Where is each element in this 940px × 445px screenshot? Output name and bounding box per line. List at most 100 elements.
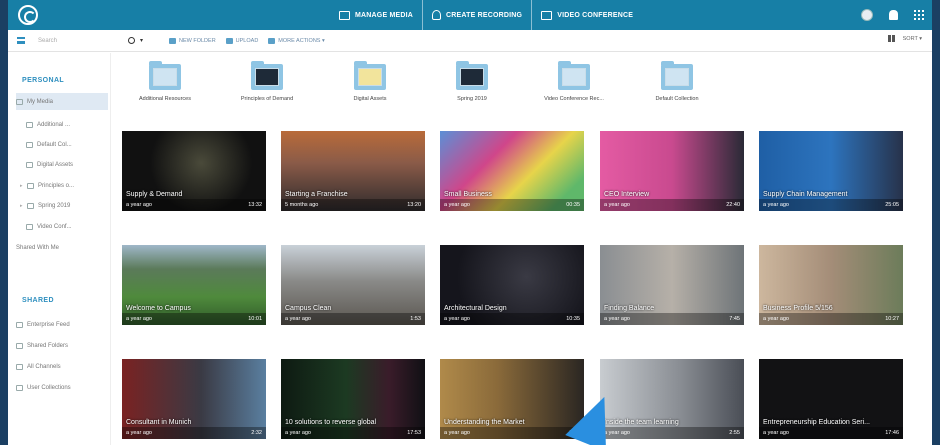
- media-duration: 2:32: [251, 430, 262, 436]
- media-tile[interactable]: 10 solutions to reverse global a year ag…: [281, 359, 425, 439]
- sidebar-item-label: My Media: [27, 98, 54, 105]
- media-age: a year ago: [604, 202, 630, 208]
- top-right-controls: [861, 0, 924, 30]
- grid-view-icon[interactable]: [887, 35, 895, 42]
- media-tile[interactable]: Small Business a year ago 00:35: [440, 131, 584, 211]
- media-tile[interactable]: CEO Interview a year ago 22:40: [600, 131, 744, 211]
- shared-heading: SHARED: [22, 297, 54, 304]
- sidebar-item-spring-2019[interactable]: ▸ Spring 2019: [20, 197, 110, 214]
- folder-tile[interactable]: Digital Assets: [324, 61, 416, 102]
- collection-icon: [16, 384, 23, 391]
- media-duration: 00:35: [566, 202, 580, 208]
- media-title: Consultant in Munich: [126, 419, 192, 426]
- video-conference-icon: [541, 10, 553, 20]
- app-window: MANAGE MEDIA CREATE RECORDING VIDEO CONF…: [8, 0, 932, 445]
- new-folder-button[interactable]: NEW FOLDER: [169, 37, 216, 44]
- more-actions-button[interactable]: MORE ACTIONS ▾: [268, 37, 325, 44]
- chevron-right-icon[interactable]: ▸: [20, 203, 26, 209]
- video-conference-label: VIDEO CONFERENCE: [557, 11, 634, 19]
- sidebar-item-all-channels[interactable]: All Channels: [16, 358, 108, 375]
- sidebar: PERSONAL My Media Additional ... Default…: [8, 53, 111, 445]
- sidebar-item-label: All Channels: [27, 363, 61, 370]
- sidebar-item-digital-assets[interactable]: Digital Assets: [26, 156, 110, 173]
- media-age: a year ago: [126, 316, 152, 322]
- manage-media-label: MANAGE MEDIA: [355, 11, 414, 19]
- folder-icon: [26, 141, 33, 148]
- sidebar-item-principles[interactable]: ▸ Principles o...: [20, 177, 110, 194]
- view-controls: SORT ▾: [887, 35, 922, 42]
- create-recording-label: CREATE RECORDING: [446, 11, 523, 19]
- media-duration: 2:55: [729, 430, 740, 436]
- toolbar: Search ▾ NEW FOLDER UPLOAD MORE ACTIONS …: [8, 30, 932, 52]
- media-tile[interactable]: Finding Balance a year ago 7:45: [600, 245, 744, 325]
- media-duration: 22:40: [726, 202, 740, 208]
- sidebar-item-label: Shared Folders: [27, 342, 69, 349]
- upload-button[interactable]: UPLOAD: [225, 37, 259, 44]
- sidebar-item-my-media[interactable]: My Media: [16, 93, 108, 110]
- app-logo-icon[interactable]: [18, 5, 38, 25]
- media-tile[interactable]: Understanding the Market a year ago 2:47: [440, 359, 584, 439]
- media-duration: 7:45: [729, 316, 740, 322]
- media-title: Small Business: [444, 191, 492, 198]
- media-tile[interactable]: Business Profile 5/156 a year ago 10:27: [759, 245, 903, 325]
- recording-icon: [432, 10, 442, 20]
- feed-icon: [16, 321, 23, 328]
- sidebar-item-shared-folders[interactable]: Shared Folders: [16, 337, 108, 354]
- folder-icon: [16, 98, 23, 105]
- search-input[interactable]: Search ▾: [33, 34, 143, 48]
- media-title: Supply & Demand: [126, 191, 183, 198]
- folder-tile[interactable]: Video Conference Rec...: [528, 61, 620, 102]
- sidebar-item-shared-with-me[interactable]: Shared With Me: [16, 239, 108, 256]
- sidebar-item-label: Video Conf...: [37, 223, 72, 230]
- media-tile[interactable]: Welcome to Campus a year ago 10:01: [122, 245, 266, 325]
- sidebar-item-enterprise-feed[interactable]: Enterprise Feed: [16, 316, 108, 333]
- folder-tile[interactable]: Principles of Demand: [221, 61, 313, 102]
- chevron-right-icon[interactable]: ▸: [20, 183, 26, 189]
- media-age: a year ago: [763, 430, 789, 436]
- video-conference-button[interactable]: VIDEO CONFERENCE: [532, 0, 642, 30]
- menu-icon[interactable]: [17, 37, 25, 44]
- media-duration: 25:05: [885, 202, 899, 208]
- more-actions-label: MORE ACTIONS ▾: [278, 37, 325, 44]
- media-age: 5 months ago: [285, 202, 319, 208]
- media-tile[interactable]: Inside the team learning a year ago 2:55: [600, 359, 744, 439]
- manage-media-button[interactable]: MANAGE MEDIA: [330, 0, 422, 30]
- folder-icon: [26, 121, 33, 128]
- sidebar-item-video-conference[interactable]: Video Conf...: [26, 218, 110, 235]
- media-age: a year ago: [126, 430, 152, 436]
- sidebar-item-additional[interactable]: Additional ...: [26, 116, 110, 133]
- folder-tile[interactable]: Default Collection: [631, 61, 723, 102]
- apps-grid-icon[interactable]: [914, 10, 924, 20]
- upload-label: UPLOAD: [235, 37, 259, 44]
- folder-tile[interactable]: Additional Resources: [119, 61, 211, 102]
- media-tile[interactable]: Supply & Demand a year ago 13:32: [122, 131, 266, 211]
- sidebar-item-user-collections[interactable]: User Collections: [16, 379, 108, 396]
- media-title: Architectural Design: [444, 305, 507, 312]
- media-tile[interactable]: Starting a Franchise 5 months ago 13:20: [281, 131, 425, 211]
- folder-tile[interactable]: Spring 2019: [426, 61, 518, 102]
- media-tile[interactable]: Consultant in Munich a year ago 2:32: [122, 359, 266, 439]
- folder-icon: [456, 61, 488, 90]
- user-avatar[interactable]: [861, 9, 873, 21]
- chevron-down-icon[interactable]: ▾: [140, 37, 143, 44]
- media-title: Understanding the Market: [444, 419, 525, 426]
- sidebar-item-label: Default Col...: [37, 141, 72, 148]
- channel-icon: [16, 363, 23, 370]
- create-recording-button[interactable]: CREATE RECORDING: [422, 0, 533, 30]
- sidebar-item-default-collection[interactable]: Default Col...: [26, 136, 110, 153]
- folder-label: Digital Assets: [353, 96, 387, 102]
- media-tile[interactable]: Entrepreneurship Education Seri... a yea…: [759, 359, 903, 439]
- folder-icon: [354, 61, 386, 90]
- media-tile[interactable]: Architectural Design a year ago 10:35: [440, 245, 584, 325]
- search-icon[interactable]: [128, 36, 135, 44]
- sidebar-item-label: User Collections: [27, 384, 71, 391]
- notifications-icon[interactable]: [889, 10, 898, 20]
- sidebar-item-label: Shared With Me: [16, 244, 60, 251]
- media-tile[interactable]: Campus Clean a year ago 1:53: [281, 245, 425, 325]
- sidebar-item-label: Spring 2019: [38, 202, 71, 209]
- media-tile[interactable]: Supply Chain Management a year ago 25:05: [759, 131, 903, 211]
- sort-button[interactable]: SORT ▾: [903, 36, 922, 42]
- folder-icon: [26, 161, 33, 168]
- folder-icon: [169, 37, 176, 44]
- upload-icon: [225, 37, 233, 44]
